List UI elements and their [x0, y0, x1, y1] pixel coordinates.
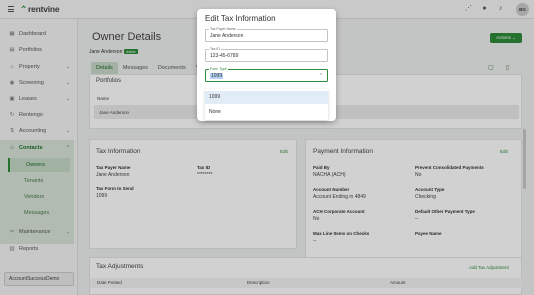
form-type-select[interactable]: Form Type 1099 ⌃: [205, 67, 328, 82]
option-none[interactable]: None: [205, 106, 328, 119]
form-type-value[interactable]: 1099: [210, 73, 224, 79]
chevron-up-icon[interactable]: ⌃: [319, 73, 323, 79]
tax-payer-name-field[interactable]: Tax Payer Name Jane Anderson: [205, 27, 328, 42]
option-1099[interactable]: 1099: [205, 91, 328, 104]
tax-id-input[interactable]: 123-45-6789: [210, 53, 238, 59]
tax-id-field[interactable]: Tax ID 123-45-6789: [205, 47, 328, 62]
tax-payer-name-input[interactable]: Jane Anderson: [210, 33, 243, 39]
modal-title: Edit Tax Information: [205, 14, 276, 23]
form-type-dropdown: 1099 None: [205, 89, 328, 120]
